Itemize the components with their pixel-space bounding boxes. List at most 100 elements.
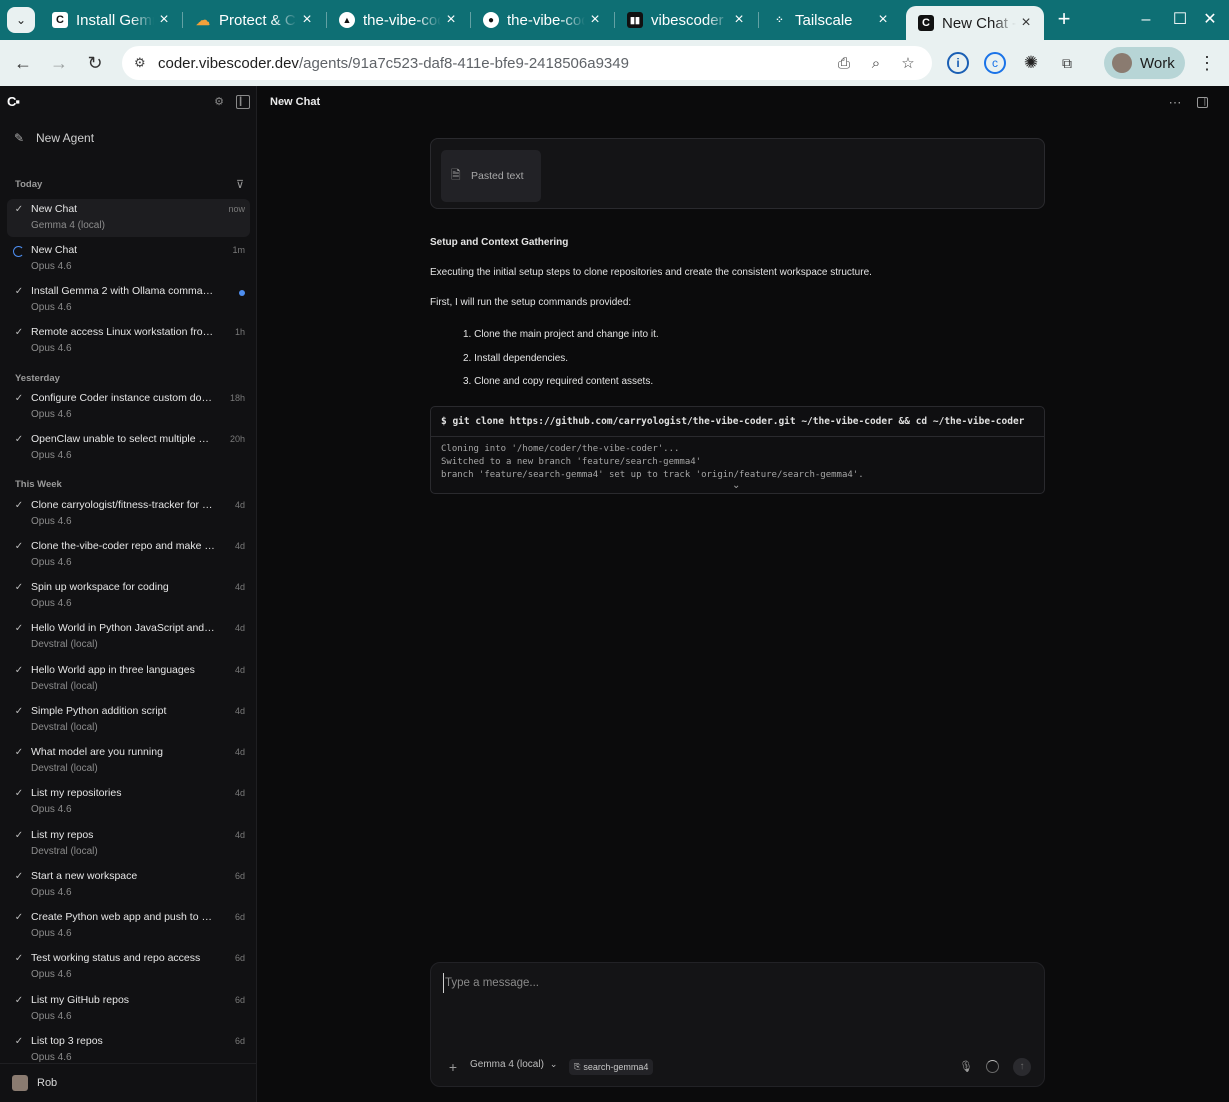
extension-c-icon[interactable]: c xyxy=(984,52,1006,74)
sidebar-chat-item[interactable]: ✓ List my repositories Opus 4.6 4d xyxy=(7,783,250,821)
tab-close-icon[interactable]: × xyxy=(729,11,749,29)
install-app-icon[interactable]: ⎙ xyxy=(834,54,854,74)
check-icon: ✓ xyxy=(14,541,24,552)
sidebar-chat-item[interactable]: ✓ Test working status and repo access Opus… xyxy=(7,948,250,986)
user-menu[interactable]: Rob xyxy=(0,1063,256,1102)
avatar xyxy=(12,1075,28,1091)
browser-menu-icon[interactable]: ⋮ xyxy=(1198,52,1216,74)
github-icon: ● xyxy=(483,12,499,28)
more-options-icon[interactable]: ⋯ xyxy=(1168,96,1182,110)
new-tab-plus-icon[interactable]: + xyxy=(1054,8,1074,32)
sidebar-chat-item[interactable]: ✓ Clone carryologist/fitness-tracker for … xyxy=(7,495,250,533)
command-output-line: Cloning into '/home/coder/the-vibe-coder… xyxy=(441,444,680,454)
chat-time: 4d xyxy=(234,706,245,716)
unread-dot-icon xyxy=(239,290,245,296)
chat-model: Devstral (local) xyxy=(31,846,98,857)
tool-output-block[interactable]: $ git clone https://github.com/carryolog… xyxy=(430,406,1045,494)
message-input[interactable] xyxy=(443,973,1033,993)
sidebar-chat-item[interactable]: ✓ List my GitHub repos Opus 4.6 6d xyxy=(7,990,250,1028)
chat-model: Opus 4.6 xyxy=(31,409,72,420)
collapse-sidebar-icon[interactable]: ▎ xyxy=(236,95,250,109)
model-label: Gemma 4 (local) xyxy=(470,1059,544,1070)
model-selector[interactable]: Gemma 4 (local) ⌄ xyxy=(470,1059,557,1070)
browser-tab-bar: ⌄ C Install Gemma × ☁ Protect & Connect … xyxy=(0,0,1229,40)
browser-tab-tailscale[interactable]: ⁘ Tailscale × xyxy=(759,4,901,36)
extension-gear-icon[interactable]: ✺ xyxy=(1020,52,1042,74)
forward-arrow-icon[interactable]: → xyxy=(46,50,72,76)
sidebar-chat-item[interactable]: ✓ Simple Python addition script Devstral (… xyxy=(7,701,250,739)
close-window-icon[interactable]: ✕ xyxy=(1200,8,1220,32)
check-icon: ✓ xyxy=(14,871,24,882)
browser-tab-new-chat[interactable]: C New Chat - Coder × xyxy=(906,6,1044,40)
tab-close-icon[interactable]: × xyxy=(585,11,605,29)
sidebar-chat-item[interactable]: ✓ OpenClaw unable to select multiple mode… xyxy=(7,429,250,467)
sidebar-chat-item[interactable]: ✓ What model are you running Devstral (loc… xyxy=(7,742,250,780)
settings-gear-icon[interactable]: ⚙ xyxy=(212,95,226,109)
chat-title: Start a new workspace xyxy=(31,870,138,882)
extensions-puzzle-icon[interactable]: ⧉ xyxy=(1056,52,1078,74)
command-output-line: Switched to a new branch 'feature/search… xyxy=(441,457,702,467)
sidebar-chat-item[interactable]: New Chat Opus 4.6 1m xyxy=(7,240,250,278)
tab-search-chevron-icon[interactable]: ⌄ xyxy=(7,7,35,33)
cloudflare-icon: ☁ xyxy=(196,11,210,28)
check-icon: ✓ xyxy=(14,912,24,923)
coder-logo: C▪ xyxy=(7,94,20,109)
tab-close-icon[interactable]: × xyxy=(1016,14,1036,32)
check-icon: ✓ xyxy=(14,706,24,717)
tab-label: the-vibe-coder xyxy=(507,11,585,29)
compose-icon: ✎ xyxy=(13,131,25,145)
microphone-icon[interactable]: 🎙 xyxy=(958,1059,974,1075)
browser-tab-cloudflare[interactable]: ☁ Protect & Connect × xyxy=(183,4,325,36)
check-icon: ✓ xyxy=(14,953,24,964)
bookmark-star-icon[interactable]: ☆ xyxy=(898,54,918,74)
chat-time: 6d xyxy=(234,1036,245,1046)
sidebar-chat-item[interactable]: ✓ List my repos Devstral (local) 4d xyxy=(7,825,250,863)
chat-time: 1m xyxy=(232,245,245,255)
expand-chevron-icon[interactable]: ⌄ xyxy=(732,480,740,491)
browser-tab-vibescoder[interactable]: ▮▮ vibescoder × xyxy=(615,4,757,36)
chat-model: Opus 4.6 xyxy=(31,302,72,313)
address-bar[interactable]: ⚙ coder.vibescoder.dev/agents/91a7c523-d… xyxy=(122,46,932,80)
list-item: 1. Clone the main project and change int… xyxy=(463,329,659,340)
new-agent-button[interactable]: ✎ New Agent xyxy=(10,128,94,148)
browser-tab-install-gemma[interactable]: C Install Gemma × xyxy=(40,4,182,36)
sidebar-chat-item[interactable]: ✓ Spin up workspace for coding Opus 4.6 4d xyxy=(7,577,250,615)
browser-toolbar: ← → ↻ ⚙ coder.vibescoder.dev/agents/91a7… xyxy=(0,40,1229,86)
sidebar-chat-item[interactable]: ✓ Hello World app in three languages Devst… xyxy=(7,660,250,698)
sidebar-chat-item[interactable]: ✓ Clone the-vibe-coder repo and make chan… xyxy=(7,536,250,574)
avatar xyxy=(1112,53,1132,73)
tab-close-icon[interactable]: × xyxy=(154,11,174,29)
section-this-week: This Week xyxy=(15,479,62,490)
minimize-icon[interactable]: – xyxy=(1136,8,1156,32)
zoom-icon[interactable]: ⌕ xyxy=(866,54,886,74)
toggle-panel-icon[interactable]: ▕ xyxy=(1197,97,1208,108)
filter-icon[interactable]: ⊽ xyxy=(233,178,247,192)
sidebar-chat-item[interactable]: ✓ Install Gemma 2 with Ollama commands Opu… xyxy=(7,281,250,319)
chat-model: Devstral (local) xyxy=(31,763,98,774)
sidebar-chat-item[interactable]: ✓ Create Python web app and push to GitHu… xyxy=(7,907,250,945)
url-text[interactable]: coder.vibescoder.dev/agents/91a7c523-daf… xyxy=(158,55,629,72)
sidebar-chat-item[interactable]: ✓ Hello World in Python JavaScript and Go… xyxy=(7,618,250,656)
sidebar-chat-item[interactable]: ✓ New Chat Gemma 4 (local) now xyxy=(7,199,250,237)
tab-close-icon[interactable]: × xyxy=(441,11,461,29)
tab-close-icon[interactable]: × xyxy=(873,11,893,29)
site-info-icon[interactable]: ⚙ xyxy=(134,55,150,71)
back-arrow-icon[interactable]: ← xyxy=(10,50,36,76)
sidebar-chat-item[interactable]: ✓ Configure Coder instance custom domain O… xyxy=(7,388,250,426)
sidebar-chat-item[interactable]: ✓ Remote access Linux workstation from an… xyxy=(7,322,250,360)
tab-close-icon[interactable]: × xyxy=(297,11,317,29)
check-icon: ✓ xyxy=(14,500,24,511)
add-attachment-icon[interactable]: + xyxy=(445,1059,461,1075)
send-arrow-icon[interactable]: ↑ xyxy=(1013,1058,1031,1076)
password-manager-icon[interactable]: i xyxy=(947,52,969,74)
browser-tab-github[interactable]: ● the-vibe-coder × xyxy=(471,4,613,36)
branch-badge[interactable]: ⎘ search-gemma4 xyxy=(569,1059,654,1075)
maximize-icon[interactable]: ☐ xyxy=(1170,8,1190,32)
sidebar-chat-item[interactable]: ✓ Start a new workspace Opus 4.6 6d xyxy=(7,866,250,904)
pasted-text-attachment[interactable]: 🗎 Pasted text xyxy=(441,150,541,202)
profile-button[interactable]: Work xyxy=(1104,47,1185,79)
check-icon: ✓ xyxy=(14,623,24,634)
shell-command: $ git clone https://github.com/carryolog… xyxy=(441,416,1025,427)
reload-icon[interactable]: ↻ xyxy=(82,50,108,76)
browser-tab-vercel[interactable]: ▲ the-vibe-coder × xyxy=(327,4,469,36)
